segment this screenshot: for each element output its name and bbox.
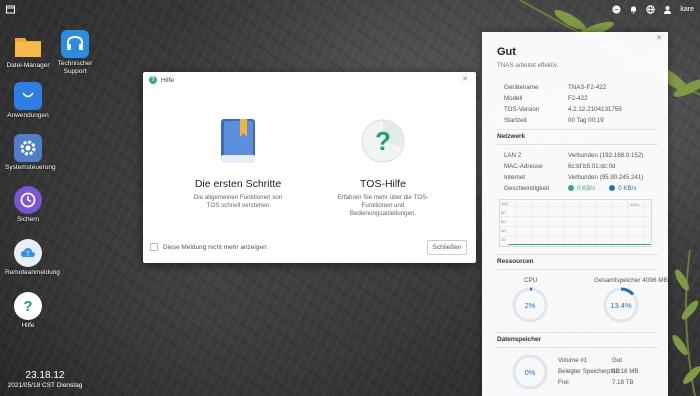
top-bar-right: kare — [612, 4, 694, 14]
svg-text:?: ? — [23, 298, 32, 315]
clock-time: 23.18.12 — [25, 370, 65, 381]
system-status-panel: ✕ Gut TNAS arbeitet effektiv. Gerätename… — [482, 32, 668, 396]
help-icon: ? — [149, 76, 157, 84]
divider — [497, 269, 658, 270]
username-label[interactable]: kare — [680, 6, 694, 13]
svg-text:T: T — [26, 252, 30, 258]
storage-value: 0% — [524, 367, 536, 377]
desktop-item-label: Anwendungen — [7, 112, 49, 119]
volume-row: Belegter Speicherplatz 92.18 MB — [558, 368, 639, 375]
divider — [497, 129, 658, 130]
svg-text:?: ? — [375, 126, 391, 156]
user-icon[interactable] — [663, 5, 672, 14]
remote-login-icon: T — [14, 239, 42, 267]
upload-icon — [568, 185, 574, 192]
info-row: Startzeit 00 Tag 00:19 — [504, 117, 604, 124]
dialog-close-icon[interactable]: ✕ — [462, 75, 468, 83]
graph-line — [508, 243, 651, 245]
card-tos-help[interactable]: ? TOS-Hilfe Erfahren Sie mehr über die T… — [308, 117, 458, 218]
card-title: Die ersten Schritte — [194, 178, 282, 190]
section-title-resources: Ressourcen — [497, 258, 534, 265]
card-description: Die allgemeinen Funktionen von TOS schne… — [193, 194, 283, 209]
desktop-item-control-panel[interactable]: Systemsteuerung — [5, 134, 56, 172]
volume-row: Volume #1 Gut — [558, 357, 622, 364]
section-title-storage: Datenspeicher — [497, 336, 542, 343]
help-circle-icon: ? — [361, 119, 405, 163]
info-row: TOS-Version 4.2.12-2104131759 — [504, 106, 622, 113]
download-speed: 0 KB/s — [618, 185, 637, 192]
cpu-label: CPU — [524, 277, 538, 284]
memory-gauge: 13.4% — [602, 286, 640, 324]
network-row: Internet Verbunden (95.90.245.241) — [504, 174, 644, 181]
info-row: Gerätename TNAS-F2-422 — [504, 84, 607, 91]
headset-icon — [61, 30, 89, 58]
memory-value: 13.4% — [610, 300, 632, 310]
checkbox-label: Diese Meldung nicht mehr anzeigen — [163, 243, 267, 251]
dont-show-again-checkbox[interactable]: Diese Meldung nicht mehr anzeigen — [150, 243, 267, 251]
info-row: Modell F2-422 — [504, 95, 588, 102]
card-getting-started[interactable]: Die ersten Schritte Die allgemeinen Funk… — [163, 117, 313, 210]
desktop-item-backup[interactable]: Sichern — [5, 186, 51, 224]
desktop-item-label: Sichern — [16, 216, 40, 223]
close-button[interactable]: Schließen — [427, 239, 467, 255]
volume-row: Frei 7.18 TB — [558, 379, 634, 386]
card-title: TOS-Hilfe — [360, 178, 406, 190]
desktop-item-help[interactable]: ? Hilfe — [5, 292, 51, 330]
network-row: MAC-Adresse 6c:bf:b5:01:dc:0d — [504, 163, 616, 170]
desktop-item-apps[interactable]: Anwendungen — [5, 82, 51, 120]
globe-icon[interactable] — [646, 4, 656, 14]
show-desktop-icon[interactable] — [6, 5, 15, 14]
help-dialog: ? Hilfe ✕ Die ersten Schritte Die allgem… — [143, 72, 476, 263]
divider — [497, 332, 658, 333]
clock-date: 2021/05/18 CST Dienstag — [7, 382, 83, 389]
top-bar: kare — [0, 0, 700, 18]
desktop-item-label: Systemsteuerung — [5, 164, 56, 171]
book-icon — [221, 119, 255, 163]
divider — [497, 347, 658, 348]
help-icon: ? — [14, 292, 42, 320]
status-subtitle: TNAS arbeitet effektiv. — [497, 62, 559, 69]
dialog-title: Hilfe — [161, 76, 175, 84]
gear-icon — [14, 134, 42, 162]
storage-gauge: 0% — [511, 353, 549, 391]
desktop-item-label: Remoteanmeldung — [5, 269, 60, 276]
upload-speed: 0 KB/s — [577, 185, 596, 192]
desktop-item-label: Datei-Manager — [6, 62, 50, 69]
divider — [497, 254, 658, 255]
network-row: LAN 2 Verbunden (192.168.0.152) — [504, 152, 644, 159]
network-speed-graph: 100 80 60 40 20 KB/s — [499, 199, 652, 247]
section-title-network: Netzwerk — [497, 133, 526, 140]
shopping-bag-icon — [14, 82, 42, 110]
desktop-item-remote-login[interactable]: T Remoteanmeldung — [5, 239, 60, 277]
desktop-item-label: Hilfe — [21, 322, 35, 329]
backup-clock-icon — [14, 186, 42, 214]
dialog-titlebar[interactable]: ? Hilfe — [143, 72, 476, 88]
status-title: Gut — [497, 46, 516, 58]
notification-bell-icon[interactable] — [629, 5, 638, 14]
checkbox-box[interactable] — [150, 243, 158, 251]
speed-row: Geschwindigkeit 0 KB/s 0 KB/s — [504, 185, 637, 192]
dialog-footer: Diese Meldung nicht mehr anzeigen Schlie… — [150, 239, 467, 255]
download-icon — [609, 185, 616, 192]
desktop-item-label: Technischer Support — [57, 60, 93, 75]
panel-close-icon[interactable]: ✕ — [656, 34, 662, 42]
memory-label: Gesamtspeicher 4096 MB — [594, 277, 668, 284]
chat-icon[interactable] — [612, 5, 621, 14]
folder-icon — [14, 32, 42, 60]
divider — [497, 144, 658, 145]
cpu-gauge: 2% — [511, 286, 549, 324]
desktop-clock: 23.18.12 2021/05/18 CST Dienstag — [0, 370, 90, 389]
cpu-value: 2% — [524, 300, 536, 310]
desktop-item-file-manager[interactable]: Datei-Manager — [5, 32, 51, 70]
desktop-item-support[interactable]: Technischer Support — [52, 30, 98, 76]
card-description: Erfahren Sie mehr über die TOS- Funktion… — [337, 194, 429, 217]
